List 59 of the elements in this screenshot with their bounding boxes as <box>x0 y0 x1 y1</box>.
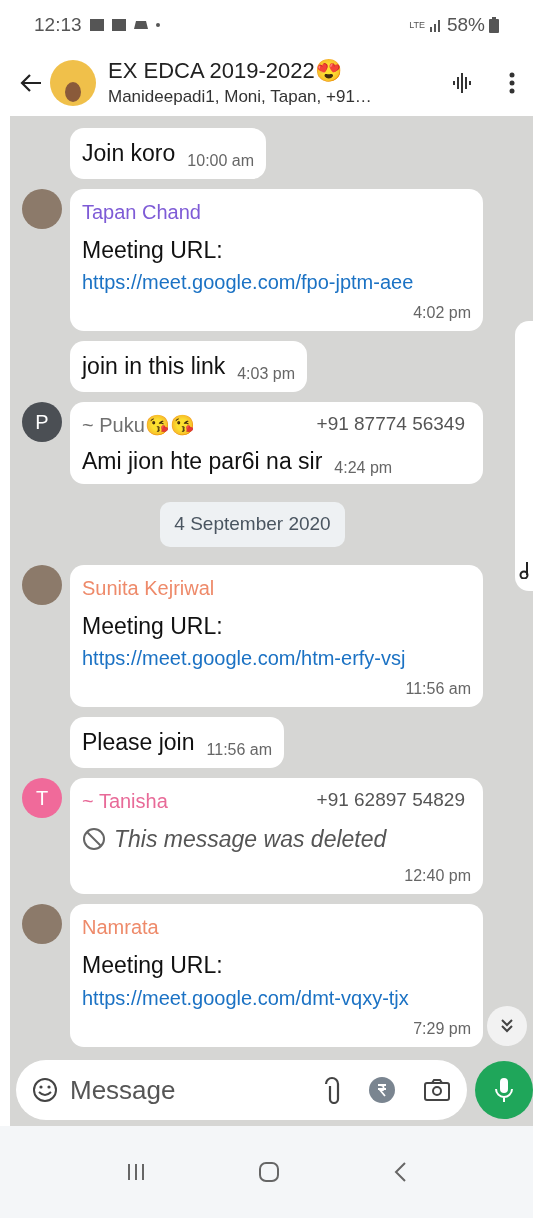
deleted-message-text: This message was deleted <box>114 824 387 854</box>
music-note-icon <box>519 561 531 579</box>
message-time: 11:56 am <box>404 679 471 699</box>
more-options-icon[interactable] <box>509 72 515 94</box>
chat-members[interactable]: Manideepadi1, Moni, Tapan, +91… <box>108 84 443 110</box>
message-text: Join koro <box>82 139 176 168</box>
letter-avatar: T <box>22 777 62 818</box>
battery-icon <box>489 17 499 33</box>
camera-icon[interactable] <box>423 1078 451 1102</box>
message-text: Meeting URL: <box>82 611 224 641</box>
sender-name: ~ Tanisha <box>82 788 168 814</box>
message-text: Meeting URL: <box>82 235 224 265</box>
sender-name: Namrata <box>82 915 159 940</box>
message-input-bar[interactable]: Message <box>16 1060 467 1120</box>
network-label: LTE <box>409 20 425 30</box>
message-time: 10:00 am <box>187 150 255 171</box>
message-field[interactable]: Message <box>70 1070 311 1110</box>
message-text: Please join <box>82 728 195 757</box>
message-time: 12:40 pm <box>403 866 471 886</box>
letter-avatar: P <box>22 401 62 442</box>
sender-phone: +91 62897 54829 <box>316 788 465 813</box>
sender-phone: +91 87774 56349 <box>316 412 465 437</box>
sender-name: ~ Puku😘😘 <box>82 412 195 438</box>
microphone-button[interactable] <box>475 1061 533 1119</box>
message-link[interactable]: https://meet.google.com/htm-erfy-vsj <box>82 643 471 673</box>
signal-icon <box>428 18 443 32</box>
dot-icon <box>155 23 160 27</box>
message-time: 4:03 pm <box>237 363 295 384</box>
avatar-photo <box>22 904 62 944</box>
double-chevron-icon <box>499 1018 515 1034</box>
avatar-photo <box>22 188 62 229</box>
scroll-down-button[interactable] <box>487 1006 527 1046</box>
message-time: 4:24 pm <box>334 458 393 478</box>
avatar-photo <box>22 564 62 605</box>
voice-chat-icon[interactable] <box>451 71 473 95</box>
microphone-icon <box>494 1076 514 1104</box>
home-icon[interactable] <box>258 1161 281 1183</box>
prohibited-icon <box>82 826 106 851</box>
message-time: 7:29 pm <box>412 1018 471 1039</box>
group-avatar[interactable] <box>50 60 96 106</box>
back-arrow-icon[interactable] <box>20 73 42 93</box>
message-text: join in this link <box>82 352 226 381</box>
message-time: 11:56 am <box>206 739 273 760</box>
back-icon[interactable] <box>392 1161 407 1183</box>
battery-percent: 58% <box>446 12 485 37</box>
emoji-icon[interactable] <box>32 1077 58 1103</box>
gallery-icon <box>89 19 104 31</box>
message-text: Meeting URL: <box>82 951 224 980</box>
paperclip-icon[interactable] <box>323 1076 341 1104</box>
rupee-icon[interactable] <box>369 1077 395 1103</box>
message-link[interactable]: https://meet.google.com/dmt-vqxy-tjx <box>82 982 471 1013</box>
sender-name: Tapan Chand <box>82 199 201 225</box>
chat-title[interactable]: EX EDCA 2019-2022😍 <box>108 56 443 84</box>
status-time: 12:13 <box>34 12 82 37</box>
message-link[interactable]: https://meet.google.com/fpo-jptm-aee <box>82 267 471 297</box>
sender-name: Sunita Kejriwal <box>82 575 215 601</box>
message-text: Ami jion hte par6i na sir <box>82 446 323 476</box>
message-time: 4:02 pm <box>412 303 471 323</box>
recent-apps-icon[interactable] <box>126 1162 147 1182</box>
